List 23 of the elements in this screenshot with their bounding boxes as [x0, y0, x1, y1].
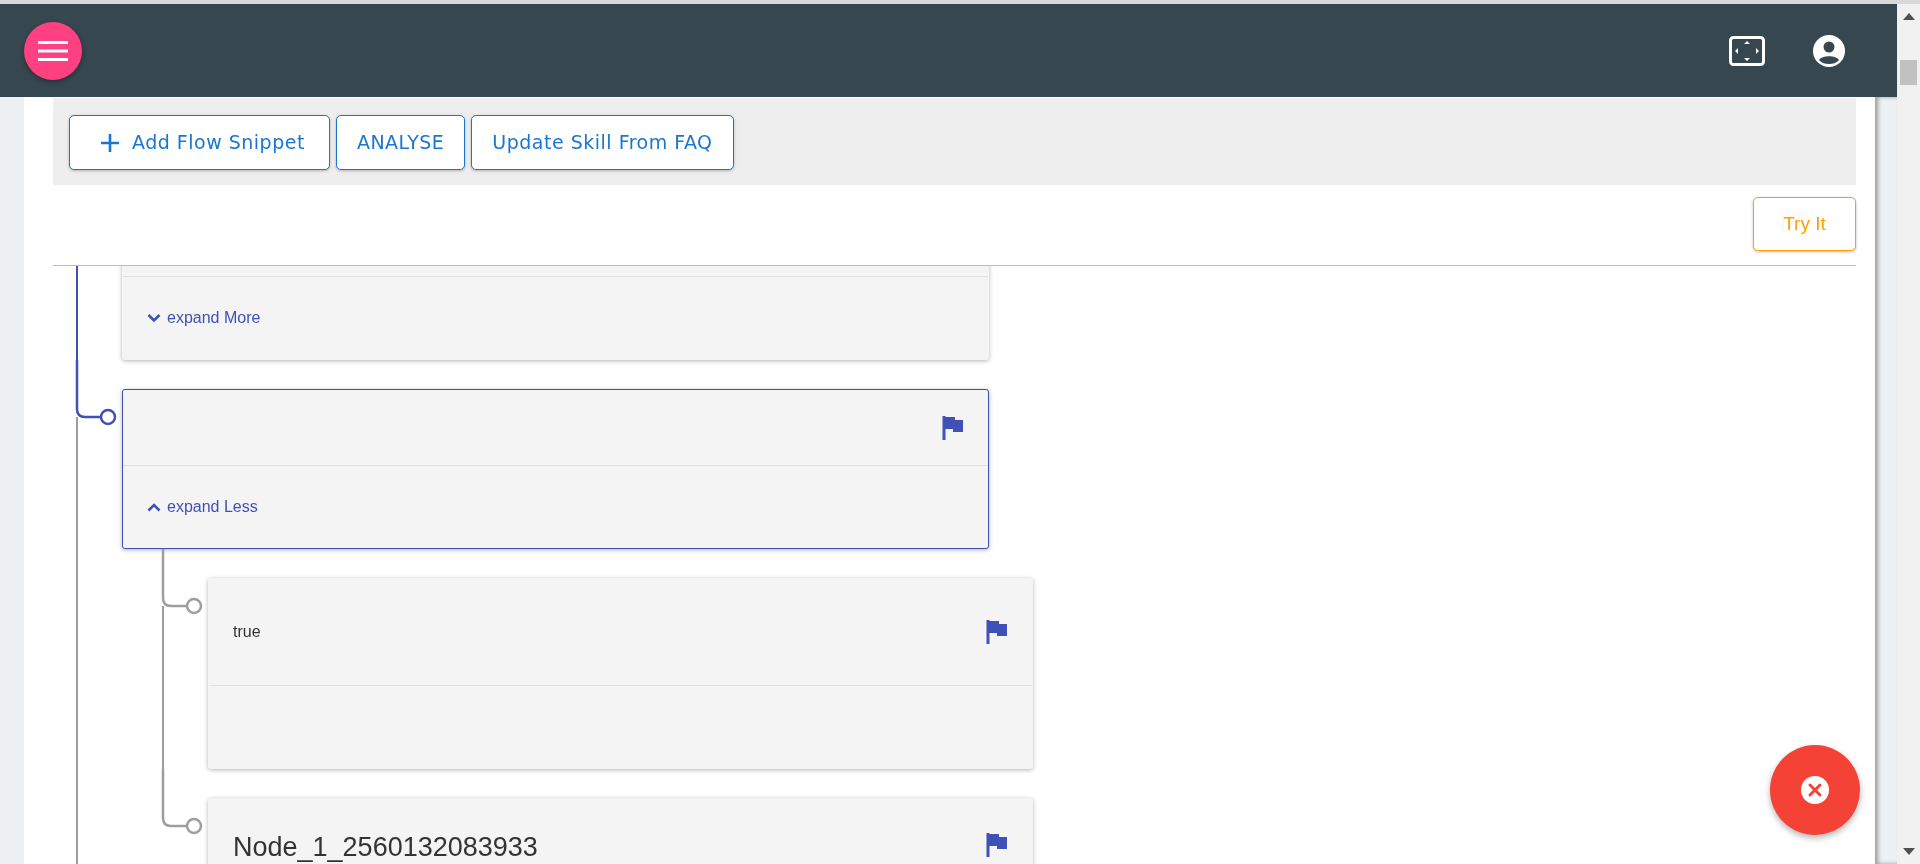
toolbar-button[interactable]: ANALYSE [335, 115, 466, 170]
close-button[interactable] [1770, 745, 1860, 835]
expand-toggle[interactable]: expand More [147, 306, 261, 330]
scrollbar-thumb[interactable] [1900, 60, 1917, 85]
toolbar-button[interactable]: Update Skill From FAQ [471, 115, 734, 170]
account-icon [1813, 34, 1845, 67]
fullscreen-icon [1729, 35, 1765, 66]
toolbar-button[interactable]: Add Flow Snippet [69, 115, 330, 170]
node-card[interactable]: expand More [122, 266, 989, 360]
account-button[interactable] [1813, 34, 1845, 67]
menu-icon [38, 39, 68, 62]
menu-button[interactable] [24, 21, 82, 80]
node-card[interactable]: Node_1_2560132083933 [208, 798, 1033, 864]
node-title: Node_1_2560132083933 [233, 832, 538, 864]
fullscreen-button[interactable] [1729, 35, 1765, 66]
node-card[interactable]: expand Less [122, 389, 989, 549]
expand-toggle[interactable]: expand Less [147, 495, 258, 519]
node-card[interactable]: true [208, 578, 1033, 769]
node-text: true [233, 622, 261, 642]
plus-icon [100, 132, 120, 153]
close-icon [1801, 776, 1829, 804]
scroll-down-button[interactable] [1902, 848, 1915, 856]
scroll-up-button[interactable] [1902, 12, 1915, 20]
